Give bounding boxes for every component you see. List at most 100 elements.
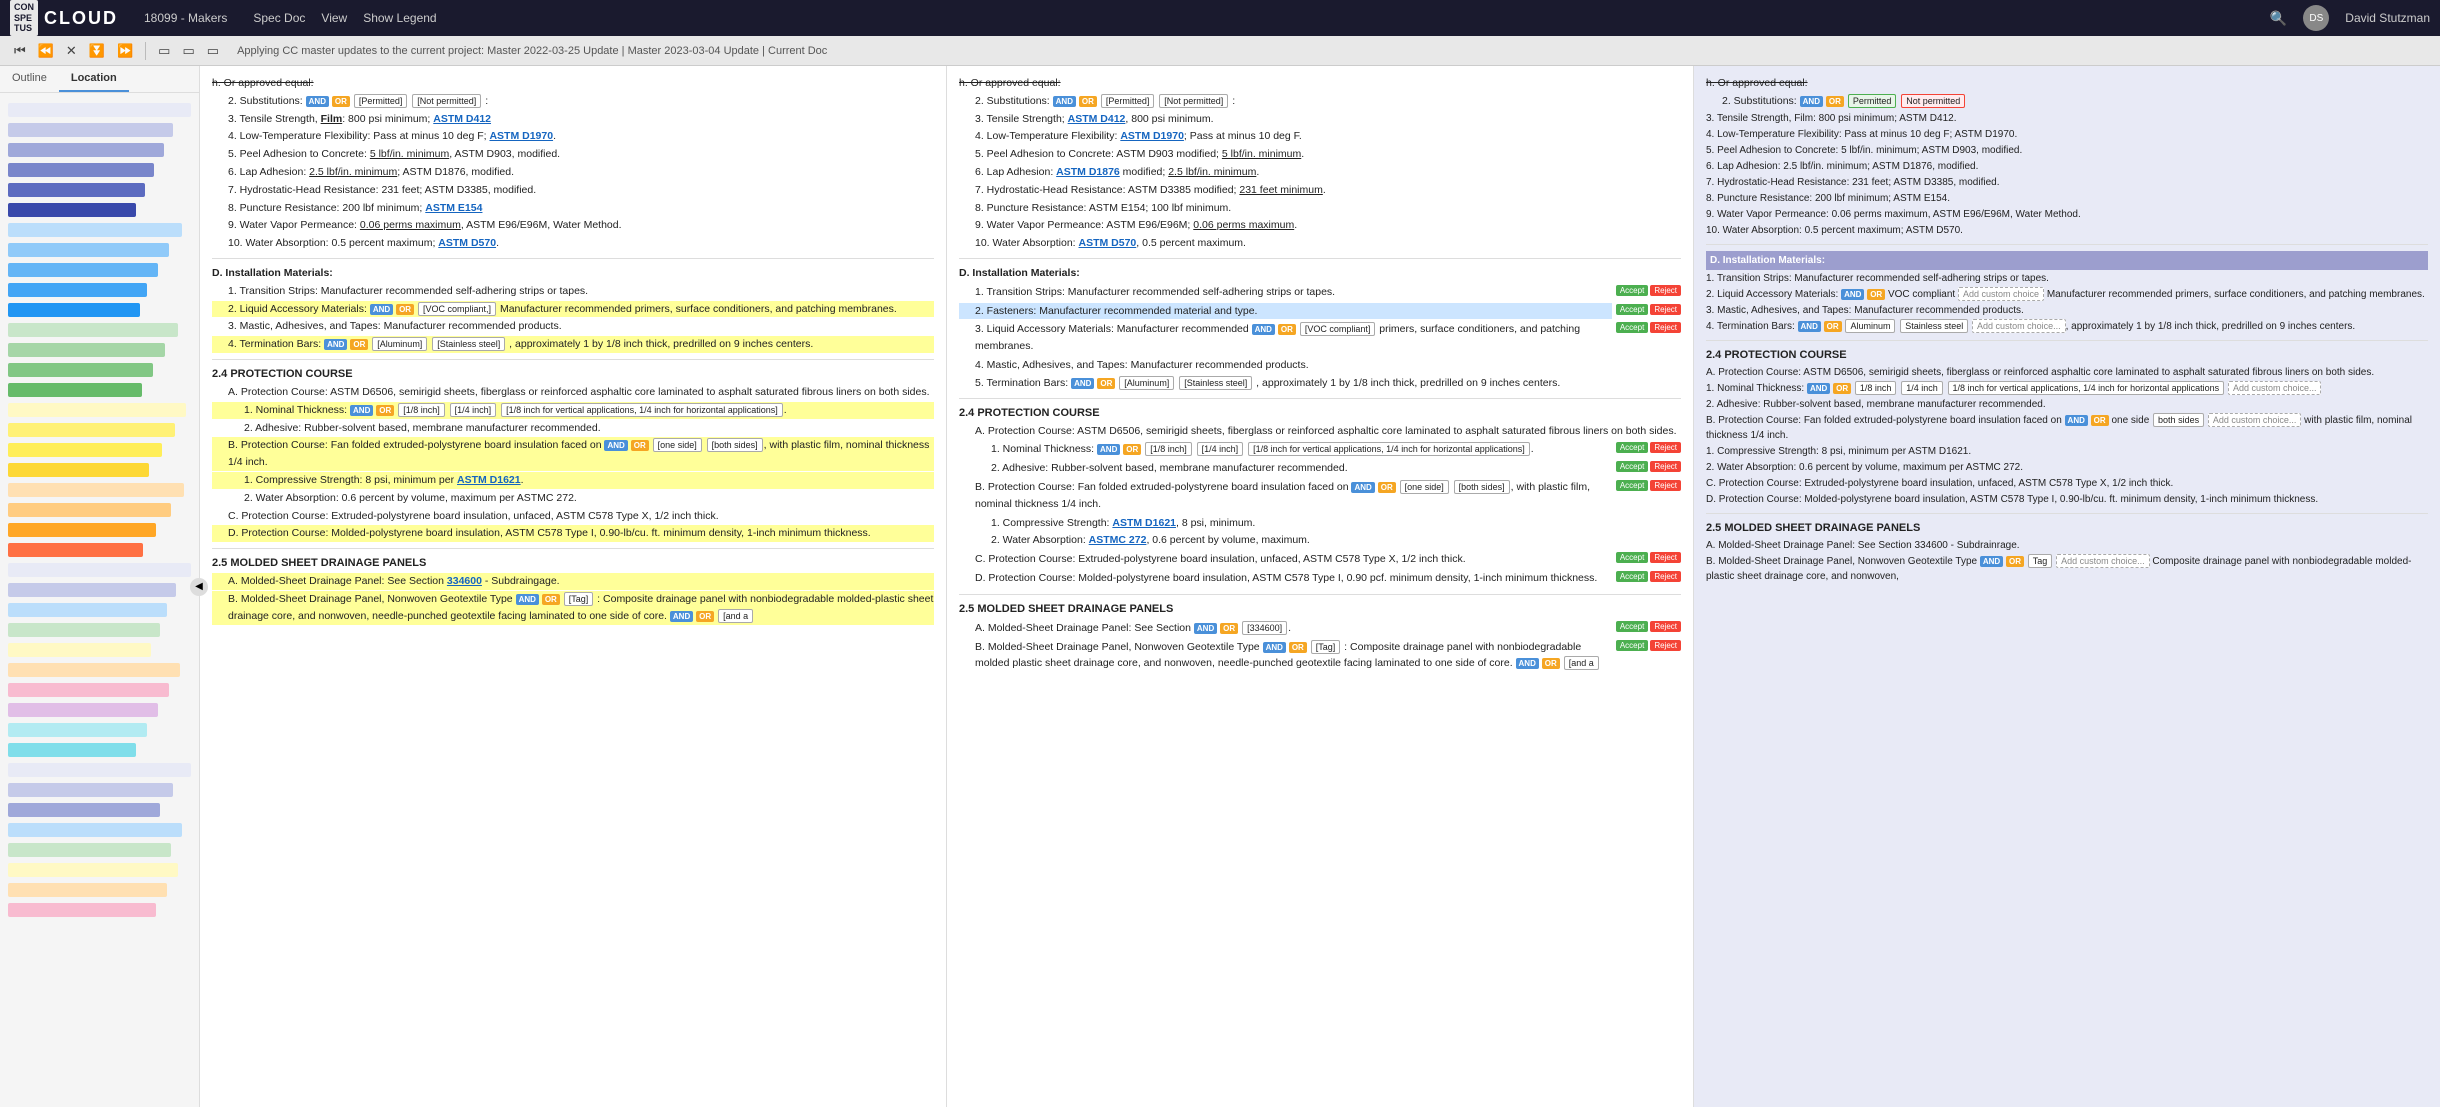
- col2-pc-b1: 1. Compressive Strength: ASTM D1621, 8 p…: [959, 515, 1681, 532]
- col3-scroll[interactable]: h. Or approved equal: 2. Substitutions: …: [1706, 74, 2428, 1099]
- toolbar: ⏮ ⏪ ✕ ⏬ ⏩ ▭ ▭ ▭ Applying CC master updat…: [0, 36, 2440, 66]
- col2-scroll[interactable]: h. Or approved equal: 2. Substitutions: …: [959, 74, 1681, 1099]
- sidebar-collapse-button[interactable]: ◀: [190, 578, 208, 596]
- col3-msdp-a: A. Molded-Sheet Drainage Panel: See Sect…: [1706, 538, 2428, 553]
- toolbar-prev-btn[interactable]: ⏪: [34, 41, 58, 61]
- reject-btn-fasteners[interactable]: Reject: [1650, 304, 1681, 315]
- col2-msdp-a-row: A. Molded-Sheet Drainage Panel: See Sect…: [959, 619, 1681, 638]
- col2-tensile: 3. Tensile Strength; ASTM D412, 800 psi …: [959, 111, 1681, 128]
- col3-puncture: 8. Puncture Resistance: 200 lbf minimum;…: [1706, 191, 2428, 206]
- col2-pc-a1-btns: Accept Reject: [1616, 440, 1681, 453]
- toolbar-close-btn[interactable]: ✕: [62, 41, 81, 61]
- toolbar-copy1-btn[interactable]: ▭: [154, 41, 174, 61]
- col1-scroll[interactable]: h. Or approved equal: 2. Substitutions: …: [212, 74, 934, 1099]
- col2-transition: 1. Transition Strips: Manufacturer recom…: [959, 284, 1612, 301]
- col1-pc-a2: 2. Adhesive: Rubber-solvent based, membr…: [212, 420, 934, 437]
- tab-location[interactable]: Location: [59, 66, 129, 92]
- col1-pc-d: D. Protection Course: Molded-polystyrene…: [212, 525, 934, 542]
- col1-pc-a1: 1. Nominal Thickness: AND OR [1/8 inch] …: [212, 402, 934, 419]
- user-name: David Stutzman: [2345, 11, 2430, 25]
- add-custom-choice-msdp[interactable]: Add custom choice...: [2056, 554, 2150, 568]
- toolbar-separator: [145, 42, 146, 60]
- col3-tensile: 3. Tensile Strength, Film: 800 psi minim…: [1706, 111, 2428, 126]
- col2-fasteners: 2. Fasteners: Manufacturer recommended m…: [959, 303, 1612, 320]
- reject-btn-msdp-b[interactable]: Reject: [1650, 640, 1681, 651]
- add-custom-choice-liquid[interactable]: Add custom choice: [1958, 287, 2044, 301]
- reject-btn-pc-d[interactable]: Reject: [1650, 571, 1681, 582]
- accept-btn-pc-a1[interactable]: Accept: [1616, 442, 1648, 453]
- logo-box: CON SPE TUS: [10, 0, 38, 36]
- col3-hydrostatic: 7. Hydrostatic-Head Resistance: 231 feet…: [1706, 175, 2428, 190]
- reject-btn-pc-c[interactable]: Reject: [1650, 552, 1681, 563]
- col3-or-approved: h. Or approved equal:: [1706, 75, 2428, 92]
- toolbar-copy3-btn[interactable]: ▭: [203, 41, 223, 61]
- status-bar: Applying CC master updates to the curren…: [237, 45, 827, 57]
- content-area: h. Or approved equal: 2. Substitutions: …: [200, 66, 2440, 1107]
- accept-btn-liquid[interactable]: Accept: [1616, 322, 1648, 333]
- col1-pc-c: C. Protection Course: Extruded-polystyre…: [212, 508, 934, 525]
- reject-btn-pc-a2[interactable]: Reject: [1650, 461, 1681, 472]
- col2-msdp-b: B. Molded-Sheet Drainage Panel, Nonwoven…: [959, 639, 1612, 673]
- col2-pc-c: C. Protection Course: Extruded-polystyre…: [959, 551, 1612, 568]
- col2-water-vapor: 9. Water Vapor Permeance: ASTM E96/E96M;…: [959, 217, 1681, 234]
- toolbar-next-btn[interactable]: ⏩: [113, 41, 137, 61]
- reject-btn-pc-a1[interactable]: Reject: [1650, 442, 1681, 453]
- col2-pc-a2-btns: Accept Reject: [1616, 459, 1681, 472]
- col2-water-absorption: 10. Water Absorption: ASTM D570, 0.5 per…: [959, 235, 1681, 252]
- col1-pc-b1: 1. Compressive Strength: 8 psi, minimum …: [212, 472, 934, 489]
- col1-divider3: [212, 548, 934, 549]
- toolbar-first-btn[interactable]: ⏮: [10, 41, 30, 61]
- col3-divider1: [1706, 244, 2428, 245]
- nav-spec-doc[interactable]: Spec Doc: [253, 11, 305, 25]
- col2-peel: 5. Peel Adhesion to Concrete: ASTM D903 …: [959, 146, 1681, 163]
- col3-sub-line: 2. Substitutions: AND OR Permitted Not p…: [1706, 93, 2428, 110]
- top-navigation: CON SPE TUS CLOUD 18099 - Makers Spec Do…: [0, 0, 2440, 36]
- accept-btn-fasteners[interactable]: Accept: [1616, 304, 1648, 315]
- accept-btn-pc-d[interactable]: Accept: [1616, 571, 1648, 582]
- col3-pc-b1: 1. Compressive Strength: 8 psi, minimum …: [1706, 444, 2428, 459]
- col2-pc-a1-row: 1. Nominal Thickness: AND OR [1/8 inch] …: [959, 440, 1681, 459]
- nav-show-legend[interactable]: Show Legend: [363, 11, 436, 25]
- col2-pc-d: D. Protection Course: Molded-polystyrene…: [959, 570, 1612, 587]
- col2-pc-d-row: D. Protection Course: Molded-polystyrene…: [959, 569, 1681, 588]
- col2-pc-a2-row: 2. Adhesive: Rubber-solvent based, membr…: [959, 459, 1681, 478]
- sidebar-content: [0, 93, 199, 1107]
- accept-btn-pc-b[interactable]: Accept: [1616, 480, 1648, 491]
- nav-view[interactable]: View: [321, 11, 347, 25]
- col3-divider3: [1706, 513, 2428, 514]
- col3-termination: 4. Termination Bars: AND OR Aluminum Sta…: [1706, 319, 2428, 334]
- reject-btn-transition[interactable]: Reject: [1650, 285, 1681, 296]
- reject-btn-pc-b[interactable]: Reject: [1650, 480, 1681, 491]
- col1-msdp-b: B. Molded-Sheet Drainage Panel, Nonwoven…: [212, 591, 934, 625]
- accept-btn-msdp-b[interactable]: Accept: [1616, 640, 1648, 651]
- add-custom-choice-termination[interactable]: Add custom choice...: [1972, 319, 2066, 333]
- search-icon[interactable]: 🔍: [2270, 10, 2287, 27]
- col3-low-temp: 4. Low-Temperature Flexibility: Pass at …: [1706, 127, 2428, 142]
- add-custom-choice-thickness[interactable]: Add custom choice...: [2228, 381, 2322, 395]
- col3-section24: 2.4 PROTECTION COURSE: [1706, 349, 2428, 361]
- sidebar: Outline Location: [0, 66, 200, 1107]
- toolbar-down-btn[interactable]: ⏬: [85, 41, 109, 61]
- col2-sub-line: 2. Substitutions: AND OR [Permitted] [No…: [959, 93, 1681, 110]
- col3-pc-a1: 1. Nominal Thickness: AND OR 1/8 inch 1/…: [1706, 381, 2428, 396]
- col1-transition: 1. Transition Strips: Manufacturer recom…: [212, 283, 934, 300]
- add-custom-choice-sides[interactable]: Add custom choice...: [2208, 413, 2302, 427]
- tab-outline[interactable]: Outline: [0, 66, 59, 92]
- toolbar-copy2-btn[interactable]: ▭: [178, 41, 198, 61]
- accept-btn-pc-c[interactable]: Accept: [1616, 552, 1648, 563]
- col2-pc-b: B. Protection Course: Fan folded extrude…: [959, 479, 1612, 513]
- project-name: 18099 - Makers: [144, 11, 227, 25]
- col2-pc-c-btns: Accept Reject: [1616, 550, 1681, 563]
- col2-section25: 2.5 MOLDED SHEET DRAINAGE PANELS: [959, 603, 1681, 615]
- col3-msdp-b: B. Molded-Sheet Drainage Panel, Nonwoven…: [1706, 554, 2428, 584]
- reject-btn-liquid[interactable]: Reject: [1650, 322, 1681, 333]
- logo-area: CON SPE TUS CLOUD: [10, 0, 118, 36]
- accept-btn-transition[interactable]: Accept: [1616, 285, 1648, 296]
- reject-btn-msdp-a[interactable]: Reject: [1650, 621, 1681, 632]
- accept-btn-pc-a2[interactable]: Accept: [1616, 461, 1648, 472]
- col2-transition-btns: Accept Reject: [1616, 283, 1681, 296]
- accept-btn-msdp-a[interactable]: Accept: [1616, 621, 1648, 632]
- col3-pc-a2: 2. Adhesive: Rubber-solvent based, membr…: [1706, 397, 2428, 412]
- col2-fasteners-btns: Accept Reject: [1616, 302, 1681, 315]
- col3-installation-header: D. Installation Materials:: [1706, 251, 2428, 270]
